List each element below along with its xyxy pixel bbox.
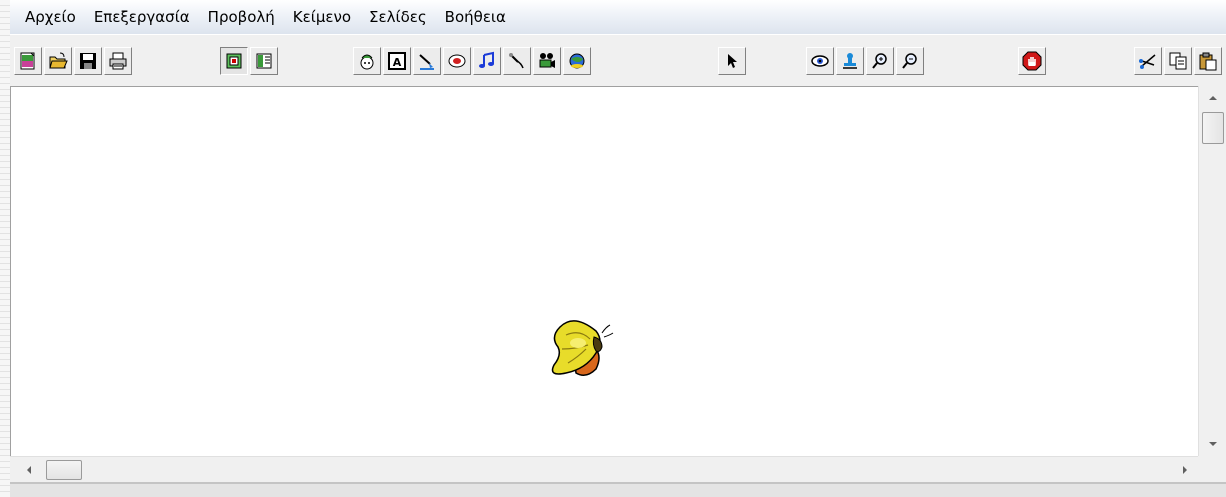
insert-tools-group: A — [353, 47, 593, 77]
cut-scissors-icon — [1139, 54, 1156, 69]
insert-music-button[interactable] — [473, 47, 501, 75]
preview-button[interactable] — [806, 47, 834, 75]
page-canvas[interactable] — [10, 86, 1198, 456]
arrow-up-icon — [1209, 96, 1217, 100]
file-tools-group — [14, 47, 134, 77]
new-page-button[interactable] — [14, 47, 42, 75]
select-pointer-icon — [728, 54, 737, 68]
paste-icon — [1199, 52, 1217, 71]
insert-video-button[interactable] — [533, 47, 561, 75]
record-sound-icon — [509, 53, 524, 69]
arrow-down-icon — [1209, 442, 1217, 446]
scroll-left-button[interactable] — [16, 457, 42, 483]
insert-button-button[interactable] — [443, 47, 471, 75]
print-icon — [109, 52, 127, 70]
open-button[interactable] — [44, 47, 72, 75]
cut-button[interactable] — [1134, 47, 1162, 75]
scroll-down-button[interactable] — [1199, 432, 1226, 456]
stop-tools-group — [1018, 47, 1048, 77]
stamp-button[interactable] — [836, 47, 864, 75]
insert-link-button[interactable] — [563, 47, 591, 75]
zoom-out-button[interactable] — [896, 47, 924, 75]
record-sound-button[interactable] — [503, 47, 531, 75]
left-margin — [0, 0, 10, 497]
print-button[interactable] — [104, 47, 132, 75]
insert-painter-button[interactable] — [413, 47, 441, 75]
picture-icon — [360, 54, 374, 70]
menu-edit[interactable]: Επεξεργασία — [86, 0, 198, 34]
zoom-in-button[interactable] — [866, 47, 894, 75]
scroll-right-button[interactable] — [1172, 457, 1198, 483]
copy-button[interactable] — [1164, 47, 1192, 75]
zoom-out-icon — [902, 53, 917, 69]
menu-bar: Αρχείο Επεξεργασία Προβολή Κείμενο Σελίδ… — [10, 0, 1226, 34]
scrollbar-corner — [1198, 456, 1226, 482]
vertical-scroll-thumb[interactable] — [1202, 112, 1224, 144]
menu-view[interactable]: Προβολή — [200, 0, 283, 34]
new-page-icon — [20, 52, 35, 70]
preview-tools-group — [806, 47, 926, 77]
select-tools-group — [718, 47, 748, 77]
menu-text[interactable]: Κείμενο — [285, 0, 359, 34]
music-note-icon — [479, 51, 494, 68]
insert-picture-button[interactable] — [353, 47, 381, 75]
zoom-in-icon — [872, 53, 887, 69]
horizontal-scrollbar[interactable] — [10, 456, 1198, 482]
open-folder-icon — [49, 52, 68, 69]
clipboard-tools-group — [1134, 47, 1224, 77]
page-view-icon — [226, 53, 242, 69]
save-button[interactable] — [74, 47, 102, 75]
menu-help[interactable]: Βοήθεια — [437, 0, 514, 34]
scroll-up-button[interactable] — [1199, 86, 1226, 110]
book-view-icon — [256, 53, 272, 69]
stamp-icon — [843, 53, 857, 69]
page-view-button[interactable] — [220, 47, 248, 75]
menu-pages[interactable]: Σελίδες — [361, 0, 435, 34]
menu-file[interactable]: Αρχείο — [17, 0, 84, 34]
text-box-icon: A — [388, 52, 406, 70]
paste-button[interactable] — [1194, 47, 1222, 75]
save-disk-icon — [80, 53, 96, 69]
book-view-button[interactable] — [250, 47, 278, 75]
button-icon — [448, 54, 466, 68]
preview-eye-icon — [811, 55, 829, 67]
insert-text-button[interactable]: A — [383, 47, 411, 75]
copy-icon — [1169, 52, 1187, 70]
status-bar — [10, 482, 1226, 497]
horizontal-scroll-thumb[interactable] — [46, 460, 82, 480]
painter-icon — [419, 54, 434, 70]
video-camera-icon — [539, 53, 555, 68]
select-pointer-button[interactable] — [718, 47, 746, 75]
svg-text:A: A — [393, 56, 402, 69]
toolbar: A — [10, 34, 1226, 86]
stop-hand-icon — [1022, 51, 1042, 71]
vertical-scrollbar[interactable] — [1198, 86, 1226, 456]
stop-button[interactable] — [1018, 47, 1046, 75]
arrow-right-icon — [1183, 466, 1187, 474]
arrow-left-icon — [27, 466, 31, 474]
view-tools-group — [220, 47, 280, 77]
butterfly-icon[interactable] — [538, 313, 618, 383]
web-link-icon — [569, 53, 585, 69]
